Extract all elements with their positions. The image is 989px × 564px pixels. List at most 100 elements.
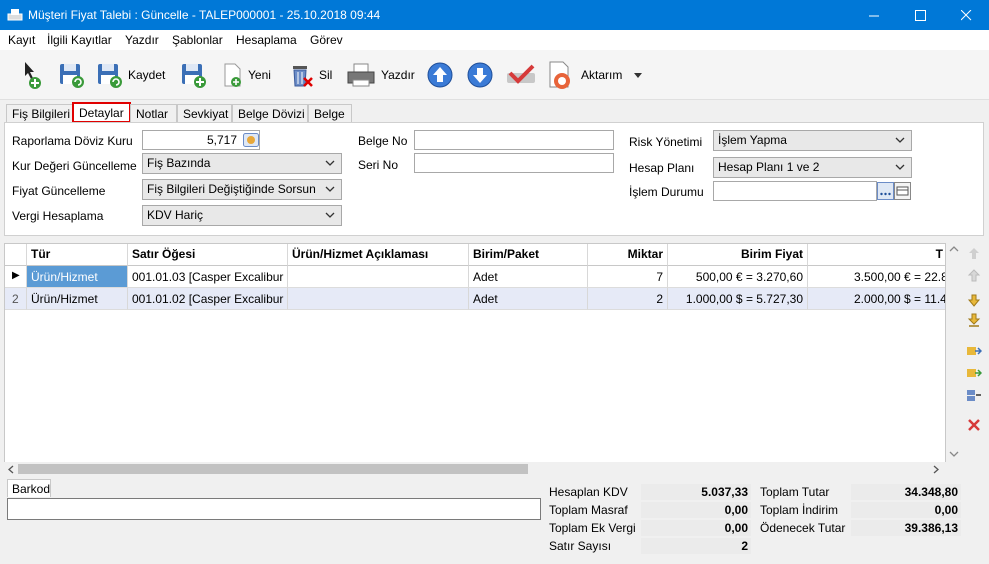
save-icon [98, 64, 122, 88]
table-cell-miktar[interactable]: 7 [588, 266, 668, 288]
barkod-input[interactable] [7, 498, 541, 520]
browse-dots-icon[interactable] [877, 182, 894, 200]
fiyat-select[interactable]: Fiş Bilgileri Değiştiğinde Sorsun [142, 179, 342, 200]
new-button[interactable]: Yeni [222, 56, 271, 94]
table-cell-tutar[interactable]: 2.000,00 $ = 11.45 [808, 288, 945, 310]
move-down-small-icon[interactable] [966, 293, 982, 307]
tab-sevkiyat[interactable]: Sevkiyat [177, 104, 232, 123]
grid-header-birim-fiyat[interactable]: Birim Fiyat [668, 244, 808, 266]
trash-delete-icon [293, 66, 313, 87]
horizontal-scroll-thumb[interactable] [18, 464, 528, 474]
menu-kayit[interactable]: Kayıt [8, 33, 35, 47]
scroll-right-icon[interactable] [932, 465, 940, 474]
save-new-button[interactable] [180, 56, 208, 94]
table-cell-birim[interactable]: Adet [469, 288, 588, 310]
move-up-button[interactable] [426, 56, 454, 94]
toplam-indirim-label: Toplam İndirim [760, 503, 839, 517]
menu-gorev[interactable]: Görev [310, 33, 343, 47]
table-cell-satir[interactable]: 001.01.03 [Casper Excalibur ... [128, 266, 288, 288]
belge-no-label: Belge No [358, 134, 408, 148]
hesap-plani-select[interactable]: Hesap Planı 1 ve 2 [713, 157, 912, 178]
table-cell-tutar[interactable]: 3.500,00 € = 22.89 [808, 266, 945, 288]
scroll-left-icon[interactable] [7, 465, 15, 474]
tab-belge-dovizi[interactable]: Belge Dövizi [232, 104, 308, 123]
table-cell-birim[interactable]: Adet [469, 266, 588, 288]
table-cell-satir[interactable]: 001.01.02 [Casper Excalibur ... [128, 288, 288, 310]
risk-select[interactable]: İşlem Yapma [713, 130, 912, 151]
grid-header-tutar[interactable]: T [808, 244, 945, 266]
scroll-up-icon[interactable] [949, 245, 959, 253]
grid-header-birim[interactable]: Birim/Paket [469, 244, 588, 266]
new-label: Yeni [248, 68, 271, 82]
kur-select[interactable]: Fiş Bazında [142, 153, 342, 174]
grid-header-aciklama[interactable]: Ürün/Hizmet Açıklaması [288, 244, 469, 266]
maximize-button[interactable] [897, 0, 943, 30]
tab-notlar[interactable]: Notlar [130, 104, 177, 123]
toplam-tutar-value: 34.348,80 [851, 484, 961, 500]
dropdown-arrow-icon[interactable] [632, 70, 644, 80]
move-top-icon[interactable] [966, 247, 982, 261]
fiyat-label: Fiyat Güncelleme [12, 184, 106, 198]
scroll-down-icon[interactable] [949, 450, 959, 458]
table-cell-aciklama[interactable] [288, 288, 469, 310]
new-record-button[interactable] [22, 56, 44, 94]
belge-no-input[interactable] [414, 130, 614, 150]
app-icon [7, 9, 23, 21]
table-cell-aciklama[interactable] [288, 266, 469, 288]
table-cell-tur[interactable]: Ürün/Hizmet [27, 288, 128, 310]
grid-header-miktar[interactable]: Miktar [588, 244, 668, 266]
delete-row-icon[interactable] [966, 418, 982, 432]
horizontal-scrollbar[interactable] [4, 462, 946, 476]
chevron-down-icon [325, 212, 335, 218]
chevron-down-icon [325, 186, 335, 192]
save-button[interactable]: Kaydet [96, 56, 165, 94]
toplam-masraf-label: Toplam Masraf [549, 503, 628, 517]
append-row-icon[interactable] [966, 366, 982, 380]
move-down-button[interactable] [466, 56, 494, 94]
grid-header-indicator [5, 244, 27, 266]
details-form: Raporlama Döviz Kuru 5,717 Kur Değeri Gü… [4, 122, 984, 236]
vertical-scrollbar[interactable] [946, 243, 962, 462]
chevron-down-icon [895, 137, 905, 143]
hesaplan-kdv-label: Hesaplan KDV [549, 485, 628, 499]
tab-belge[interactable]: Belge [308, 104, 352, 123]
move-bottom-icon[interactable] [966, 313, 982, 327]
close-button[interactable] [943, 0, 989, 30]
tab-fis-bilgileri[interactable]: Fiş Bilgileri [6, 104, 74, 123]
menu-ilgili-kayitlar[interactable]: İlgili Kayıtlar [47, 33, 112, 47]
vergi-value: KDV Hariç [147, 208, 204, 222]
seri-no-input[interactable] [414, 153, 614, 173]
exchange-rate-icon[interactable] [243, 133, 259, 147]
save-refresh-button[interactable] [58, 56, 86, 94]
window-title: Müşteri Fiyat Talebi : Güncelle - TALEP0… [28, 8, 381, 22]
grid-header-satir-ogesi[interactable]: Satır Öğesi [128, 244, 288, 266]
table-cell-birim-fiyat[interactable]: 1.000,00 $ = 5.727,30 [668, 288, 808, 310]
move-up-small-icon[interactable] [966, 269, 982, 283]
title-bar: Müşteri Fiyat Talebi : Güncelle - TALEP0… [0, 0, 989, 30]
table-cell-tur[interactable]: Ürün/Hizmet [27, 266, 128, 288]
menu-yazdir[interactable]: Yazdır [125, 33, 159, 47]
hesap-plani-label: Hesap Planı [629, 161, 695, 175]
list-icon[interactable] [894, 182, 911, 200]
tab-detaylar[interactable]: Detaylar [72, 102, 131, 123]
menu-sablonlar[interactable]: Şablonlar [172, 33, 223, 47]
duplicate-row-icon[interactable] [966, 388, 982, 402]
menu-hesaplama[interactable]: Hesaplama [236, 33, 297, 47]
row-indicator[interactable]: ▶ [5, 266, 27, 288]
menu-bar: Kayıt İlgili Kayıtlar Yazdır Şablonlar H… [0, 30, 989, 50]
table-cell-miktar[interactable]: 2 [588, 288, 668, 310]
delete-button[interactable]: Sil [287, 56, 332, 94]
minimize-button[interactable] [851, 0, 897, 30]
vergi-select[interactable]: KDV Hariç [142, 205, 342, 226]
grid-header-tur[interactable]: Tür [27, 244, 128, 266]
print-button[interactable]: Yazdır [345, 56, 415, 94]
insert-row-icon[interactable] [966, 344, 982, 358]
table-cell-birim-fiyat[interactable]: 500,00 € = 3.270,60 [668, 266, 808, 288]
export-button[interactable]: Aktarım [547, 56, 644, 94]
islem-durumu-input[interactable] [713, 181, 877, 201]
barkod-tab[interactable]: Barkod [7, 479, 51, 497]
islem-durumu-label: İşlem Durumu [629, 185, 704, 199]
cursor-add-icon [25, 62, 41, 89]
row-indicator[interactable]: 2 [5, 288, 27, 310]
approve-button[interactable] [505, 56, 537, 94]
